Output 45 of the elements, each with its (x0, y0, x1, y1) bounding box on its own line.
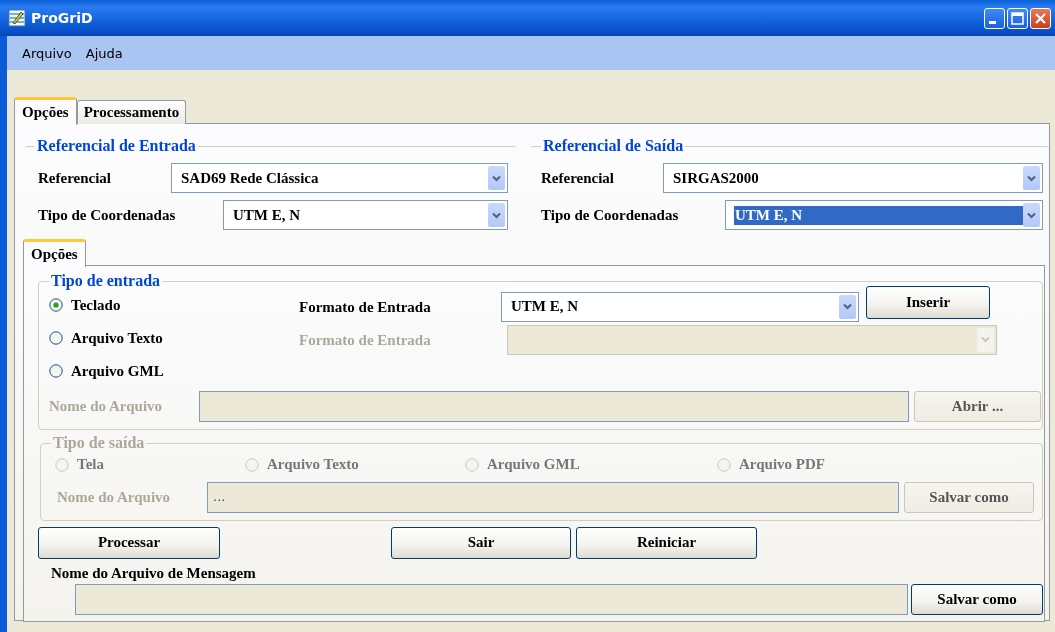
chevron-down-icon (981, 336, 990, 343)
chevron-down-icon (492, 174, 501, 182)
field-label: Formato de Entrada (299, 331, 431, 349)
close-button[interactable] (1030, 7, 1051, 29)
field-label: Formato de Entrada (299, 298, 431, 316)
dropdown[interactable]: SIRGAS2000 (663, 163, 1043, 193)
button[interactable]: Reiniciar (576, 526, 757, 559)
dropdown[interactable]: UTM E, N (725, 200, 1043, 230)
dropdown[interactable]: UTM E, N (501, 291, 859, 322)
file-name-field[interactable] (199, 390, 909, 422)
app-icon (8, 9, 26, 27)
button[interactable]: Processar (38, 526, 220, 559)
minimize-button[interactable] (984, 7, 1005, 29)
tab[interactable]: Processamento (76, 100, 187, 124)
group-title: Referencial de Entrada (36, 137, 197, 155)
field-label: Referencial (38, 170, 113, 187)
group-title: Tipo de entrada (50, 272, 162, 290)
group-title: Tipo de saída (52, 434, 146, 452)
button[interactable]: Inserir (866, 286, 990, 319)
maximize-button[interactable] (1007, 7, 1028, 29)
field-label: Referencial (541, 170, 616, 187)
chevron-down-icon (492, 211, 501, 219)
chevron-down-icon (1027, 174, 1036, 182)
minimize-icon (989, 20, 996, 24)
maximize-icon (1011, 11, 1024, 25)
chevron-down-icon (843, 303, 852, 310)
field-label: Tipo de Coordenadas (38, 207, 177, 224)
field-label: Nome do Arquivo de Mensagem (51, 565, 256, 582)
field-label: Tipo de Coordenadas (541, 207, 680, 224)
window-title: ProGriD (31, 10, 94, 26)
chevron-down-icon (1027, 211, 1036, 219)
field-label: Nome do Arquivo (57, 489, 172, 506)
tab[interactable]: Opções (23, 239, 86, 267)
dropdown[interactable]: UTM E, N (223, 200, 508, 230)
radio-button[interactable]: Arquivo Texto (49, 329, 163, 347)
group-title: Referencial de Saída (542, 137, 685, 155)
field-label: Nome do Arquivo (49, 398, 164, 415)
tab[interactable]: Opções (14, 97, 77, 125)
radio-button[interactable]: Arquivo GML (49, 362, 164, 380)
close-icon (1034, 11, 1047, 25)
dropdown[interactable]: SAD69 Rede Clássica (171, 163, 508, 193)
menu-item[interactable]: Ajuda (78, 43, 130, 63)
menu-item[interactable]: Arquivo (15, 43, 79, 63)
button[interactable]: Sair (391, 526, 571, 559)
radio-button[interactable]: Teclado (49, 296, 121, 314)
